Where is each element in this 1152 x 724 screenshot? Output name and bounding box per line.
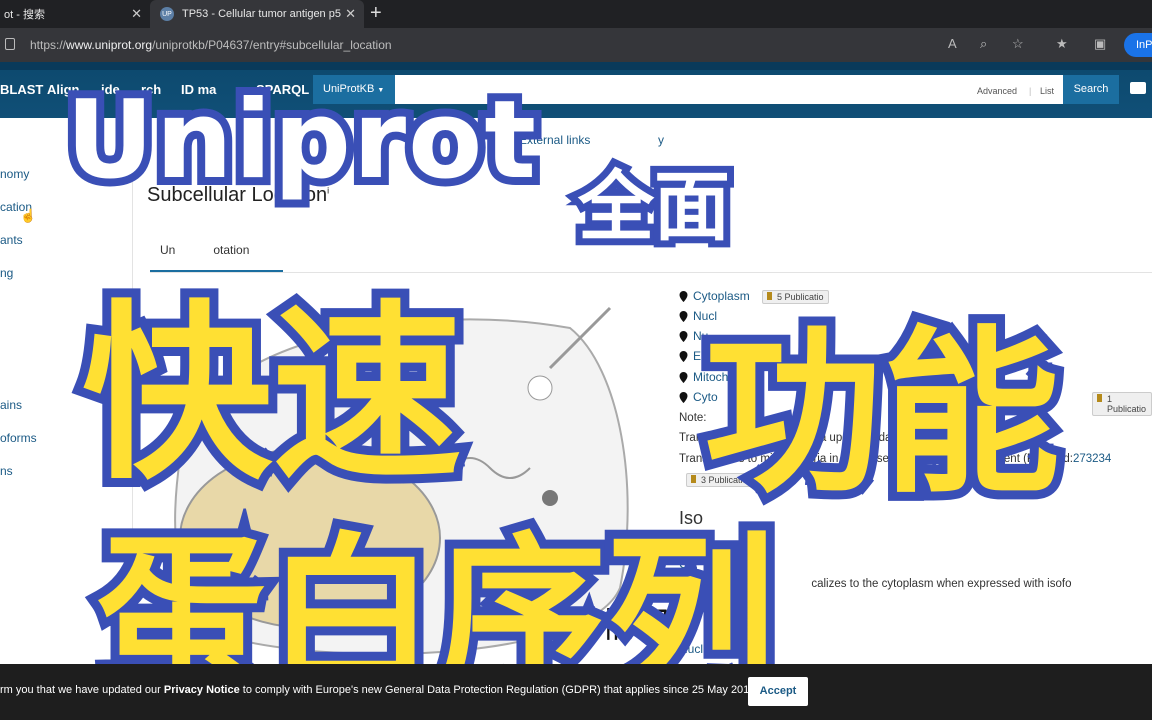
tab-label: ot - 搜索 <box>4 9 45 21</box>
map-pin-icon <box>679 391 688 403</box>
accept-button[interactable]: Accept <box>748 677 808 706</box>
read-aloud-icon[interactable]: A <box>948 36 957 51</box>
sidebar-item-similar-proteins[interactable]: ns <box>0 464 13 478</box>
sidebar-item-processing[interactable]: ng <box>0 266 13 280</box>
publication-badge[interactable]: 1 Publicatio <box>1092 392 1152 416</box>
zoom-icon[interactable]: ⌕ <box>980 36 987 52</box>
vesicle <box>527 375 553 401</box>
sidebar-item-isoforms[interactable]: oforms <box>0 431 37 445</box>
map-pin-icon <box>679 350 688 362</box>
privacy-notice-link[interactable]: Privacy Notice <box>164 684 240 696</box>
browser-tab-uniprot[interactable]: UP TP53 - Cellular tumor antigen p5 ✕ <box>150 0 364 28</box>
overlay-title-uniprot: Uniprot <box>58 70 544 211</box>
url-field[interactable]: https://www.uniprot.org/uniprotkb/P04637… <box>30 38 392 52</box>
mouse-cursor-icon: ☝ <box>20 208 37 223</box>
pubmed-link[interactable]: 273234 <box>1073 453 1111 465</box>
advanced-search-link[interactable]: Advanced <box>977 86 1017 96</box>
overlay-title-kuaisu: 快速 <box>73 275 471 514</box>
basket-icon[interactable] <box>1130 82 1146 94</box>
lock-icon[interactable] <box>5 38 15 50</box>
separator: | <box>1029 86 1032 96</box>
map-pin-icon <box>679 371 688 383</box>
close-icon[interactable]: ✕ <box>345 6 356 22</box>
sidebar-item-domains[interactable]: ains <box>0 398 22 412</box>
favorite-add-icon[interactable]: ☆ <box>1012 36 1024 52</box>
browser-tab-search[interactable]: ot - 搜索 ✕ <box>0 0 150 28</box>
tab-label: TP53 - Cellular tumor antigen p5 <box>182 8 341 20</box>
collections-icon[interactable]: ▣ <box>1094 36 1106 52</box>
list-search-link[interactable]: List <box>1040 86 1054 96</box>
uniprot-favicon-icon: UP <box>160 7 174 21</box>
nav-blast[interactable]: BLAST <box>0 82 43 97</box>
map-pin-icon <box>679 290 688 302</box>
sidebar-item-variants[interactable]: ants <box>0 233 23 247</box>
map-pin-icon <box>679 310 688 322</box>
new-tab-icon[interactable]: + <box>370 2 382 25</box>
close-icon[interactable]: ✕ <box>131 6 142 22</box>
overlay-title-quanmian: 全面 <box>571 155 737 258</box>
profile-button[interactable]: InP <box>1124 33 1152 57</box>
cookie-message: rm you that we have updated our Privacy … <box>0 684 759 696</box>
search-button[interactable]: Search <box>1063 75 1119 104</box>
sidebar-item-taxonomy[interactable]: nomy <box>0 167 29 181</box>
favorites-icon[interactable]: ★ <box>1056 36 1068 52</box>
map-pin-icon <box>679 330 688 342</box>
